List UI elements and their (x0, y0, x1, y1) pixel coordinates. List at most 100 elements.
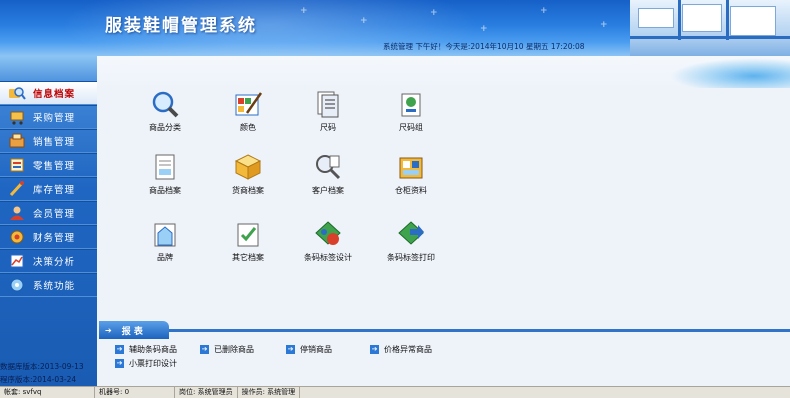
report-section-bar: ➔ 报 表 (99, 321, 790, 339)
customer-search-icon (316, 155, 341, 180)
tile-supplier-archive[interactable]: 货商档案 (213, 152, 283, 196)
app-version-text: 程序版本:2014-03-24 (0, 375, 77, 384)
folder-search-icon (8, 84, 26, 102)
tile-color[interactable]: 颜色 (213, 89, 283, 133)
tile-label: 仓柜资料 (395, 186, 427, 195)
banner-swirl (670, 58, 790, 88)
stock-icon (8, 180, 26, 198)
sale-icon (8, 132, 26, 150)
report-link-price-abnormal[interactable]: ➔ 价格异常商品 (370, 344, 432, 355)
sidebar-item-purchase[interactable]: 采购管理 (0, 105, 97, 129)
status-account: 帐套: svfvq (0, 386, 95, 398)
tile-label: 其它档案 (232, 253, 264, 262)
header-status-text: 系统管理 下午好！今天是:2014年10月10 星期五 17:20:08 (383, 42, 585, 51)
report-link-label: 已删除商品 (214, 345, 254, 354)
size-group-icon (401, 93, 421, 117)
sidebar-item-label: 采购管理 (33, 113, 76, 124)
arrow-right-icon: ➔ (115, 359, 124, 368)
member-icon (8, 204, 26, 222)
status-role: 岗位: 系统管理员 (175, 386, 238, 398)
cart-icon (8, 108, 26, 126)
sidebar-item-label: 信息档案 (33, 89, 76, 100)
db-version-text: 数据库版本:2013-09-13 (0, 362, 84, 371)
tile-label: 客户档案 (312, 186, 344, 195)
tile-label: 条码标签设计 (304, 253, 352, 262)
sidebar-item-finance[interactable]: 财务管理 (0, 225, 97, 249)
sidebar-item-member[interactable]: 会员管理 (0, 201, 97, 225)
sidebar-item-analysis[interactable]: 决策分析 (0, 249, 97, 273)
tile-warehouse[interactable]: 仓柜资料 (376, 152, 446, 196)
tile-label: 商品档案 (149, 186, 181, 195)
tile-label: 尺码 (320, 123, 336, 132)
label-design-icon (315, 221, 341, 245)
sidebar-item-sales[interactable]: 销售管理 (0, 129, 97, 153)
arrow-right-icon: ➔ (370, 345, 379, 354)
status-machine: 机器号: 0 (95, 386, 175, 398)
arrow-right-icon: ➔ (105, 325, 112, 335)
content-banner (97, 56, 790, 88)
decor-cross: + (540, 6, 548, 16)
sidebar-item-label: 财务管理 (33, 233, 76, 244)
finance-icon (8, 228, 26, 246)
retail-icon (8, 156, 26, 174)
sidebar-top-gap (0, 56, 97, 81)
tile-barcode-label-print[interactable]: 条码标签打印 (376, 219, 446, 263)
decor-cross: + (300, 6, 308, 16)
tile-customer-archive[interactable]: 客户档案 (293, 152, 363, 196)
supplier-box-icon (234, 154, 262, 180)
sidebar-item-system[interactable]: 系统功能 (0, 273, 97, 297)
sidebar-item-label: 会员管理 (33, 209, 76, 220)
sidebar-item-inventory[interactable]: 库存管理 (0, 177, 97, 201)
tile-label: 尺码组 (399, 123, 423, 132)
tile-label: 颜色 (240, 123, 256, 132)
product-file-icon (155, 154, 175, 180)
arrow-right-icon: ➔ (115, 345, 124, 354)
tile-product-category[interactable]: 商品分类 (130, 89, 200, 133)
status-bar: 帐套: svfvq 机器号: 0 岗位: 系统管理员 操作员: 系统管理 (0, 386, 790, 398)
tile-label: 商品分类 (149, 123, 181, 132)
sidebar-item-info-archive[interactable]: 信息档案 (0, 81, 97, 105)
arrow-right-icon: ➔ (286, 345, 295, 354)
tile-brand[interactable]: 品牌 (130, 219, 200, 263)
app-title: 服装鞋帽管理系统 (105, 16, 257, 36)
analysis-icon (8, 252, 26, 270)
report-link-label: 停销商品 (300, 345, 332, 354)
palette-icon (235, 92, 263, 116)
tile-label: 条码标签打印 (387, 253, 435, 262)
decor-cross: + (600, 20, 608, 30)
decor-cross: + (360, 16, 368, 26)
tile-size[interactable]: 尺码 (293, 89, 363, 133)
report-link-label: 价格异常商品 (384, 345, 432, 354)
system-icon (8, 276, 26, 294)
other-file-icon (237, 223, 259, 247)
report-link-label: 辅助条码商品 (129, 345, 177, 354)
sidebar-item-retail[interactable]: 零售管理 (0, 153, 97, 177)
sidebar-item-label: 零售管理 (33, 161, 76, 172)
sidebar-item-label: 库存管理 (33, 185, 76, 196)
report-link-discontinued[interactable]: ➔ 停销商品 (286, 344, 332, 355)
tile-size-group[interactable]: 尺码组 (376, 89, 446, 133)
label-print-icon (398, 221, 424, 245)
decor-cross: + (430, 8, 438, 18)
tile-barcode-label-design[interactable]: 条码标签设计 (293, 219, 363, 263)
report-tab-label: 报 表 (121, 326, 143, 337)
app-header: 服装鞋帽管理系统 + + + + + + 系统管理 下午好！今天是:2014年1… (0, 0, 790, 56)
warehouse-icon (399, 157, 423, 179)
ruler-doc-icon (317, 91, 339, 118)
sidebar-item-label: 系统功能 (33, 281, 76, 292)
report-link-receipt-design[interactable]: ➔ 小票打印设计 (115, 358, 177, 369)
tile-product-archive[interactable]: 商品档案 (130, 152, 200, 196)
sidebar-item-label: 销售管理 (33, 137, 76, 148)
tile-other-archive[interactable]: 其它档案 (213, 219, 283, 263)
report-divider (165, 329, 790, 332)
decor-cross: + (480, 24, 488, 34)
sidebar-item-label: 决策分析 (33, 257, 76, 268)
report-link-deleted[interactable]: ➔ 已删除商品 (200, 344, 254, 355)
brand-icon (154, 223, 176, 247)
report-tab[interactable]: ➔ 报 表 (99, 321, 169, 339)
report-link-aux-barcode[interactable]: ➔ 辅助条码商品 (115, 344, 177, 355)
report-link-label: 小票打印设计 (129, 359, 177, 368)
tile-label: 品牌 (157, 253, 173, 262)
tile-label: 货商档案 (232, 186, 264, 195)
header-building-image (630, 0, 790, 56)
